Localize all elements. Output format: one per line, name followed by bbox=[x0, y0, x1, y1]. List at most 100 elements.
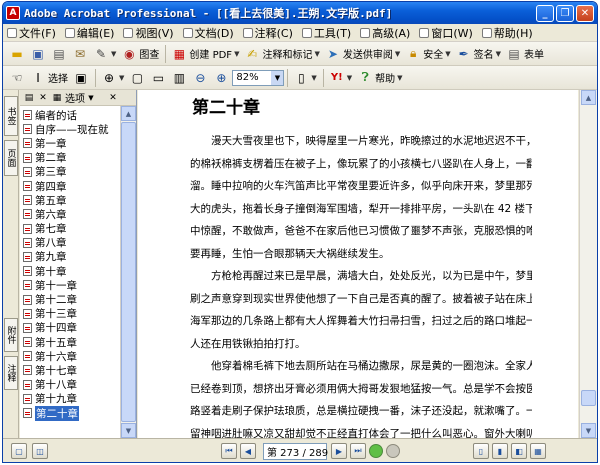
send-review-button[interactable]: ➤ 发送供审阅 ▼ bbox=[323, 44, 402, 64]
bookmark-item[interactable]: 第九章 bbox=[20, 250, 120, 264]
menu-edit[interactable]: 编辑(E) bbox=[64, 25, 114, 41]
bookmark-item[interactable]: 第十九章 bbox=[20, 392, 120, 406]
menu-document[interactable]: 文档(D) bbox=[182, 25, 234, 41]
menu-view[interactable]: 视图(V) bbox=[123, 25, 174, 41]
zoom-dropdown-icon[interactable]: ▼ bbox=[271, 70, 284, 85]
page-layout-icon[interactable]: ▢ bbox=[11, 443, 27, 459]
doc-scroll-thumb[interactable] bbox=[581, 390, 596, 406]
help-button[interactable]: ❓︎ 帮助 ▼ bbox=[355, 68, 404, 88]
delete-bookmark-icon[interactable]: ✕ bbox=[37, 92, 49, 104]
bookmark-item[interactable]: 第六章 bbox=[20, 207, 120, 221]
bookmark-item[interactable]: 第二十章 bbox=[20, 405, 120, 421]
zoom-tool-button[interactable]: ⊕ ▼ bbox=[99, 68, 126, 88]
bookmarks-scrollbar[interactable]: ▲ ▼ bbox=[120, 106, 136, 438]
attach-button[interactable]: ✎ ▼ bbox=[91, 44, 118, 64]
fit-width-button[interactable]: ▥ bbox=[169, 68, 189, 88]
options-dropdown-icon[interactable]: ▼ bbox=[85, 92, 97, 104]
paragraph-2: 方枪枪再醒过来已是早晨，满墙大白，处处反光，以为已是中午，梦里那奇怪的刷刷之声意… bbox=[190, 265, 532, 355]
tab-pages[interactable]: 页面 bbox=[4, 140, 18, 176]
comment-markup-button[interactable]: ✍ 注释和标记 ▼ bbox=[242, 44, 321, 64]
menu-help[interactable]: 帮助(H) bbox=[481, 25, 533, 41]
zoom-level-select[interactable]: 82% ▼ bbox=[232, 69, 285, 86]
email-button[interactable]: ✉ bbox=[70, 44, 90, 64]
menu-file[interactable]: 文件(F) bbox=[7, 25, 56, 41]
bookmark-item[interactable]: 编者的话 bbox=[20, 108, 120, 122]
menu-tools[interactable]: 工具(T) bbox=[301, 25, 351, 41]
next-view-icon[interactable] bbox=[386, 444, 400, 458]
bookmark-item[interactable]: 第十章 bbox=[20, 264, 120, 278]
security-button[interactable]: 🔒︎ 安全 ▼ bbox=[403, 44, 452, 64]
yahoo-button[interactable]: Y! ▼ bbox=[327, 68, 354, 88]
bookmark-item[interactable]: 第五章 bbox=[20, 193, 120, 207]
tab-comments[interactable]: 注释 bbox=[4, 356, 18, 390]
tab-bookmarks[interactable]: 书签 bbox=[4, 96, 18, 136]
status-bar: ▢ ◫ ⏮ ◀ 第 273 / 289 页 ▶ ⏭ ▯ ▮ ◧ ▦ bbox=[3, 438, 597, 462]
restore-button[interactable]: ❐ bbox=[556, 4, 574, 22]
open-button[interactable]: ▬ bbox=[7, 44, 27, 64]
expand-bookmark-icon[interactable]: ▦ bbox=[51, 92, 63, 104]
bookmark-item[interactable]: 第十六章 bbox=[20, 349, 120, 363]
bookmark-item[interactable]: 第十七章 bbox=[20, 363, 120, 377]
zoom-in-button[interactable]: ⊕ bbox=[211, 68, 231, 88]
bookmark-item[interactable]: 第八章 bbox=[20, 236, 120, 250]
document-scrollbar[interactable]: ▲ ▼ bbox=[579, 90, 597, 438]
single-page-icon[interactable]: ▯ bbox=[473, 443, 489, 459]
minimize-button[interactable]: _ bbox=[536, 4, 554, 22]
bookmark-item[interactable]: 第一章 bbox=[20, 136, 120, 150]
select-tool-button[interactable]: Ⅰ 选择 bbox=[28, 68, 70, 88]
form-button[interactable]: ▤ 表单 bbox=[504, 44, 546, 64]
next-page-button[interactable]: ▶ bbox=[331, 443, 347, 459]
scroll-up-icon[interactable]: ▲ bbox=[121, 106, 136, 121]
bookmark-page-icon bbox=[23, 209, 32, 220]
fit-page-button[interactable]: ▭ bbox=[148, 68, 168, 88]
bookmark-list: 编者的话 自序——现在就 第一章 第二章 第三章 第四章 第五章 第六章 第七章 第八章 第九章 第十… bbox=[20, 106, 120, 438]
options-menu[interactable]: 选项 bbox=[65, 90, 85, 105]
snapshot-button[interactable]: ▣ bbox=[71, 68, 91, 88]
save-button[interactable]: ▣ bbox=[28, 44, 48, 64]
first-page-button[interactable]: ⏮ bbox=[221, 443, 237, 459]
panel-toggle-icon[interactable]: ◫ bbox=[32, 443, 48, 459]
close-panel-icon[interactable]: ✕ bbox=[107, 92, 119, 104]
tab-attachments[interactable]: 附件 bbox=[4, 318, 18, 352]
facing-page-icon[interactable]: ◧ bbox=[511, 443, 527, 459]
bookmark-item[interactable]: 第十一章 bbox=[20, 278, 120, 292]
bookmark-item[interactable]: 第十八章 bbox=[20, 378, 120, 392]
bookmark-item[interactable]: 第七章 bbox=[20, 222, 120, 236]
bookmark-item[interactable]: 第十二章 bbox=[20, 292, 120, 306]
previous-view-icon[interactable] bbox=[369, 444, 383, 458]
create-pdf-button[interactable]: ▦ 创建 PDF ▼ bbox=[169, 44, 241, 64]
bookmark-item[interactable]: 第十四章 bbox=[20, 321, 120, 335]
last-page-button[interactable]: ⏭ bbox=[350, 443, 366, 459]
new-bookmark-icon[interactable]: ▤ bbox=[23, 92, 35, 104]
menu-comments-label: 注释(C) bbox=[254, 26, 293, 40]
text-line: 他穿着棉毛裤下地去厕所站在马桶边撒尿，尿是黄的一圈泡沫。全家人合用的牙膏 bbox=[211, 360, 532, 372]
print-button[interactable]: ▤ bbox=[49, 44, 69, 64]
doc-scroll-up-icon[interactable]: ▲ bbox=[581, 90, 596, 105]
bookmark-page-icon bbox=[23, 379, 32, 390]
page-number-field[interactable]: 第 273 / 289 页 bbox=[263, 442, 341, 460]
bookmark-item[interactable]: 第四章 bbox=[20, 179, 120, 193]
close-button[interactable]: ✕ bbox=[576, 4, 594, 22]
menu-window[interactable]: 窗口(W) bbox=[419, 25, 473, 41]
menu-comments[interactable]: 注释(C) bbox=[242, 25, 293, 41]
doc-scroll-down-icon[interactable]: ▼ bbox=[581, 423, 596, 438]
menu-advanced[interactable]: 高级(A) bbox=[360, 25, 410, 41]
hand-tool-button[interactable]: ☜ bbox=[7, 68, 27, 88]
search-button[interactable]: ◉ 图查 bbox=[119, 44, 161, 64]
scroll-down-icon[interactable]: ▼ bbox=[121, 423, 136, 438]
continuous-page-icon[interactable]: ▮ bbox=[492, 443, 508, 459]
sign-button[interactable]: ✒ 签名 ▼ bbox=[454, 44, 503, 64]
bookmark-item[interactable]: 第十三章 bbox=[20, 307, 120, 321]
rotate-button[interactable]: ▯ ▼ bbox=[291, 68, 318, 88]
actual-size-button[interactable]: ▢ bbox=[127, 68, 147, 88]
bookmark-item[interactable]: 第十五章 bbox=[20, 335, 120, 349]
bookmarks-scroll-thumb[interactable] bbox=[121, 122, 136, 422]
bookmark-item[interactable]: 自序——现在就 bbox=[20, 122, 120, 136]
bookmark-label: 第二章 bbox=[35, 152, 67, 165]
bookmark-item[interactable]: 第三章 bbox=[20, 165, 120, 179]
text-line: 海军那边的几条路上都有大人挥舞着大竹扫帚扫雪，扫过之后的路口堆起一些雪人，有 bbox=[190, 315, 532, 327]
continuous-facing-icon[interactable]: ▦ bbox=[530, 443, 546, 459]
bookmark-item[interactable]: 第二章 bbox=[20, 151, 120, 165]
zoom-out-button[interactable]: ⊖ bbox=[190, 68, 210, 88]
previous-page-button[interactable]: ◀ bbox=[240, 443, 256, 459]
